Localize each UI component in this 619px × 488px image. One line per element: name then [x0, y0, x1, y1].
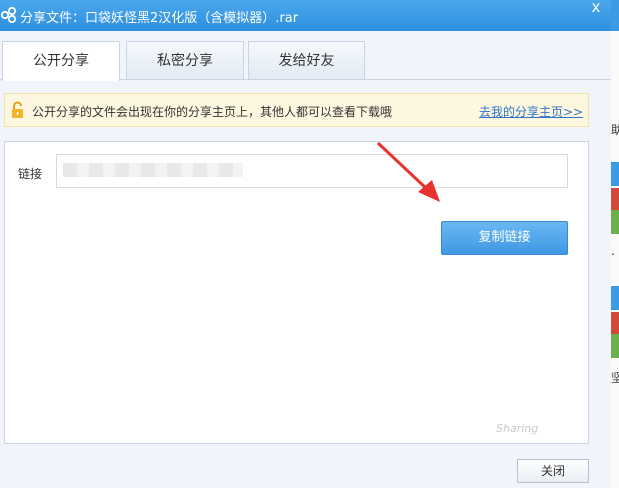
background-block [611, 210, 619, 234]
copy-link-button[interactable]: 复制链接 [441, 221, 568, 255]
share-app-icon [0, 6, 17, 24]
tab-private-share[interactable]: 私密分享 [126, 41, 244, 79]
watermark: Sharing [496, 422, 539, 435]
background-block [611, 334, 619, 358]
share-notice-bar: 公开分享的文件会出现在你的分享主页上，其他人都可以查看下载哦 去我的分享主页>> [4, 93, 589, 127]
background-text: 坚 [611, 371, 619, 385]
close-icon[interactable]: x [584, 0, 608, 18]
background-window: 助 . 坚 [611, 0, 619, 488]
background-text: . [611, 244, 615, 258]
window-title: 分享文件：口袋妖怪黑2汉化版（含模拟器）.rar [20, 11, 299, 26]
unlock-icon [12, 101, 23, 118]
background-block [611, 188, 619, 210]
annotation-arrow [376, 141, 440, 202]
background-block [611, 286, 619, 310]
obscured-link [63, 163, 243, 177]
background-text: 助 [611, 123, 619, 137]
my-share-page-link[interactable]: 去我的分享主页>> [479, 103, 583, 120]
background-block [611, 162, 619, 186]
share-link-panel: 链接 复制链接 [4, 141, 589, 444]
close-button[interactable]: 关闭 [517, 459, 589, 483]
notice-text: 公开分享的文件会出现在你的分享主页上，其他人都可以查看下载哦 [32, 105, 393, 119]
share-tabs: 公开分享 私密分享 发给好友 [0, 41, 611, 81]
background-titlebar [611, 0, 619, 31]
tab-public-share[interactable]: 公开分享 [2, 41, 120, 81]
background-block [611, 312, 619, 334]
tab-send-to-friend[interactable]: 发给好友 [248, 41, 365, 79]
title-bar: 分享文件：口袋妖怪黑2汉化版（含模拟器）.rar x [0, 0, 611, 31]
link-label: 链接 [18, 167, 43, 181]
